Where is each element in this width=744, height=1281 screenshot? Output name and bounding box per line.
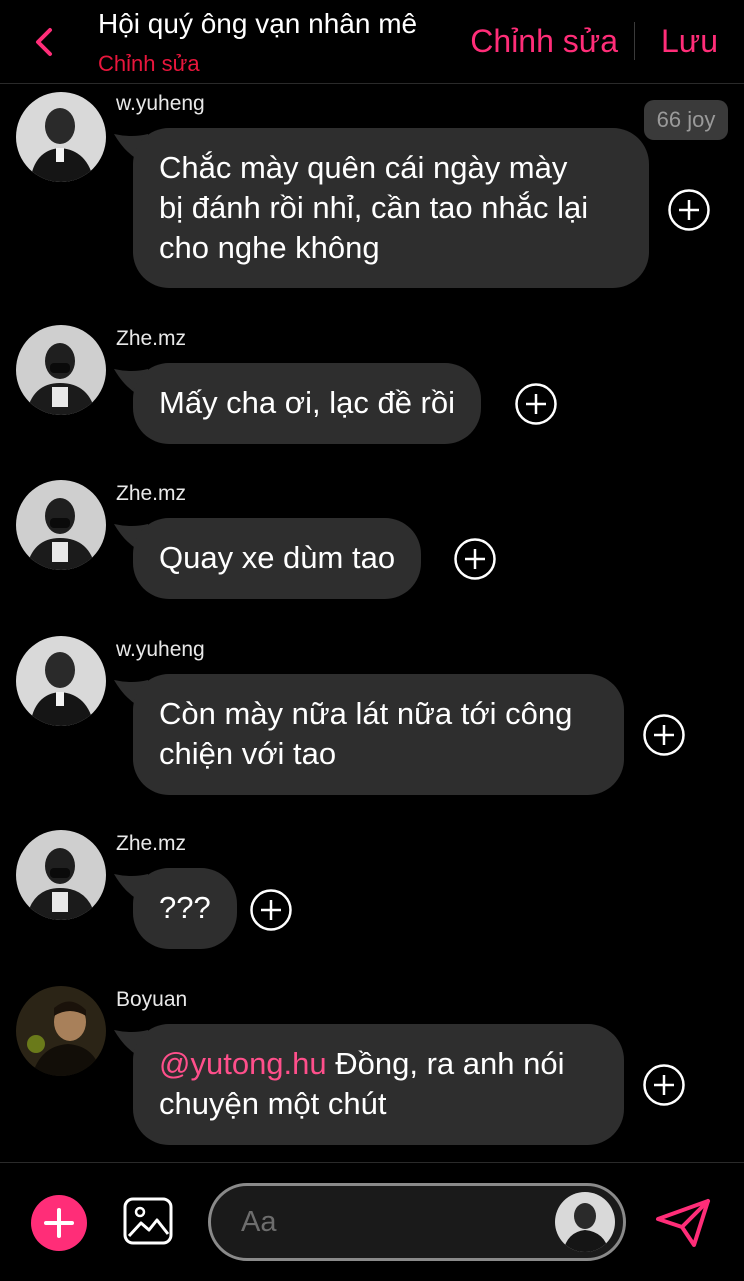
- message-line: ???: [159, 890, 211, 925]
- sender-name: Zhe.mz: [116, 832, 187, 855]
- avatar[interactable]: [16, 480, 106, 570]
- add-reaction-icon[interactable]: [514, 382, 558, 426]
- avatar[interactable]: [16, 92, 106, 182]
- message-line: Quay xe dùm tao: [159, 540, 396, 575]
- message-line: bị đánh rồi nhỉ, cần tao nhắc lại: [159, 190, 589, 225]
- message-line: chuyện một chút: [159, 1086, 387, 1121]
- back-chevron-icon[interactable]: [28, 22, 60, 62]
- message-bubble[interactable]: @yutong.hu Đồng, ra anh nói chuyện một c…: [133, 1024, 624, 1145]
- joy-badge[interactable]: 66 joy: [644, 100, 728, 140]
- message-bubble[interactable]: Mấy cha ơi, lạc đề rồi: [133, 363, 481, 444]
- sender-name: Boyuan: [116, 988, 188, 1011]
- sender-name: w.yuheng: [116, 638, 205, 661]
- message-line: chiện với tao: [159, 736, 337, 771]
- avatar[interactable]: [16, 325, 106, 415]
- message-line: Còn mày nữa lát nữa tới công: [159, 696, 573, 731]
- plus-icon: [44, 1208, 74, 1238]
- message-text: Đồng, ra anh nói: [326, 1046, 565, 1081]
- sender-name: Zhe.mz: [116, 327, 187, 350]
- user-mention[interactable]: @yutong.hu: [159, 1046, 327, 1081]
- avatar[interactable]: [16, 986, 106, 1076]
- add-reaction-icon[interactable]: [642, 713, 686, 757]
- message-line: @yutong.hu Đồng, ra anh nói: [159, 1044, 598, 1084]
- sender-name: Zhe.mz: [116, 482, 187, 505]
- avatar[interactable]: [555, 1192, 615, 1252]
- message-line: Mấy cha ơi, lạc đề rồi: [159, 385, 455, 420]
- send-icon[interactable]: [654, 1197, 712, 1249]
- image-icon[interactable]: [122, 1196, 174, 1246]
- composer-bar: Aa: [0, 1162, 744, 1281]
- chat-header: Hội quý ông vạn nhân mê Chỉnh sửa Chỉnh …: [0, 0, 744, 84]
- message-bubble[interactable]: ???: [133, 868, 237, 949]
- message-bubble[interactable]: Quay xe dùm tao: [133, 518, 422, 599]
- message-bubble[interactable]: Chắc mày quên cái ngày mày bị đánh rồi n…: [133, 128, 649, 288]
- save-button[interactable]: Lưu: [661, 23, 718, 60]
- sender-name: w.yuheng: [116, 92, 205, 115]
- avatar[interactable]: [16, 636, 106, 726]
- chat-subtitle[interactable]: Chỉnh sửa: [98, 51, 200, 77]
- add-reaction-icon[interactable]: [667, 188, 711, 232]
- message-input-placeholder: Aa: [241, 1206, 277, 1238]
- edit-button[interactable]: Chỉnh sửa: [470, 23, 618, 60]
- message-line: cho nghe không: [159, 230, 380, 265]
- message-line: Chắc mày quên cái ngày mày: [159, 150, 568, 185]
- header-divider: [634, 22, 635, 60]
- add-reaction-icon[interactable]: [642, 1063, 686, 1107]
- chat-title: Hội quý ông vạn nhân mê: [98, 8, 418, 39]
- avatar[interactable]: [16, 830, 106, 920]
- message-input[interactable]: Aa: [208, 1183, 626, 1261]
- add-reaction-icon[interactable]: [453, 537, 497, 581]
- add-reaction-icon[interactable]: [249, 888, 293, 932]
- add-attachment-button[interactable]: [31, 1195, 87, 1251]
- message-bubble[interactable]: Còn mày nữa lát nữa tới công chiện với t…: [133, 674, 624, 795]
